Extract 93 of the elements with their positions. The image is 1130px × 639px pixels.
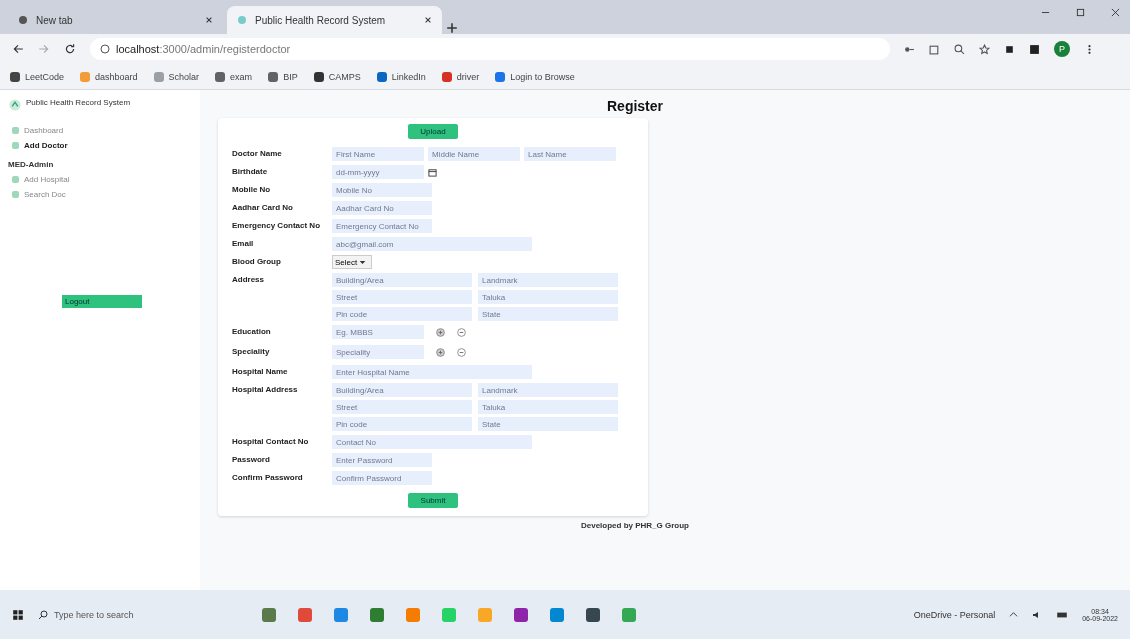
sidebar-item[interactable]: Add Hospital: [8, 175, 192, 184]
upload-button[interactable]: Upload: [408, 124, 458, 139]
taskbar-app-icon[interactable]: [586, 607, 600, 622]
input-field[interactable]: Aadhar Card No: [332, 201, 432, 215]
bookmark[interactable]: Scholar: [153, 71, 200, 82]
bookmark[interactable]: dashboard: [80, 71, 138, 82]
taskbar-app-icon[interactable]: [298, 607, 312, 622]
bookmark[interactable]: LinkedIn: [376, 71, 426, 82]
bookmark[interactable]: exam: [215, 71, 253, 82]
input-field[interactable]: Middle Name: [428, 147, 520, 161]
calendar-icon: [428, 167, 437, 177]
back-icon: [12, 43, 24, 55]
field-label: Hospital Name: [232, 366, 289, 376]
input-field[interactable]: State: [478, 417, 618, 431]
reload-icon: [64, 43, 76, 55]
browser-tab[interactable]: New tab: [8, 6, 223, 34]
windows-start-icon: [12, 608, 24, 621]
input-field[interactable]: Confirm Password: [332, 471, 432, 485]
logout-button[interactable]: Logout: [62, 295, 142, 308]
input-field[interactable]: abc@gmail.com: [332, 237, 532, 251]
input-field[interactable]: Landmark: [478, 383, 618, 397]
close-icon: [1111, 8, 1120, 17]
input-field[interactable]: Emergency Contact No: [332, 219, 432, 233]
input-field[interactable]: Landmark: [478, 273, 618, 287]
input-field[interactable]: Building/Area: [332, 383, 472, 397]
submit-button[interactable]: Submit: [408, 493, 458, 508]
bookmark[interactable]: driver: [441, 71, 480, 82]
input-field[interactable]: State: [478, 307, 618, 321]
sidebar-item[interactable]: Dashboard: [8, 126, 192, 135]
sidebar-item[interactable]: Add Doctor: [8, 141, 192, 150]
remove-circle-icon[interactable]: [457, 347, 466, 357]
logo-icon: [8, 98, 22, 112]
footer-text: Developed by PHR_G Group: [580, 521, 690, 530]
address-bar[interactable]: localhost:3000/admin/registerdoctor: [90, 38, 890, 60]
input-field[interactable]: Last Name: [524, 147, 616, 161]
field-label: Hospital Contact No: [232, 436, 310, 446]
field-label: Aadhar Card No: [232, 202, 294, 212]
field-label: Address: [232, 274, 265, 284]
taskbar-app-icon[interactable]: [370, 607, 384, 622]
add-circle-icon[interactable]: [436, 347, 445, 357]
app-title: Public Health Record System: [26, 98, 131, 107]
field-label: Password: [232, 454, 271, 464]
blood-group-select[interactable]: Select: [332, 255, 372, 269]
input-field[interactable]: Taluka: [478, 400, 618, 414]
caret-icon: [359, 258, 367, 266]
input-field[interactable]: Eg. MBBS: [332, 325, 424, 339]
input-field[interactable]: Building/Area: [332, 273, 472, 287]
forward-icon: [38, 43, 50, 55]
onedrive-status[interactable]: OneDrive - Personal: [913, 609, 996, 620]
bookmark[interactable]: LeetCode: [10, 71, 65, 82]
bookmark[interactable]: BIP: [268, 71, 298, 82]
page-title: Register: [607, 98, 663, 114]
field-label: Mobile No: [232, 184, 272, 194]
profile-avatar[interactable]: P: [1054, 41, 1070, 57]
field-label: Blood Group: [232, 256, 282, 266]
input-field[interactable]: dd-mm-yyyy: [332, 165, 424, 179]
new-tab-icon: [446, 22, 458, 34]
taskbar-app-icon[interactable]: [514, 607, 528, 622]
field-label: Emergency Contact No: [232, 220, 322, 230]
taskbar-app-icon[interactable]: [262, 607, 276, 622]
star-icon: [979, 43, 990, 55]
field-label: Speciality: [232, 346, 271, 356]
search-icon: [38, 609, 48, 620]
input-field[interactable]: Street: [332, 400, 472, 414]
close-icon: [205, 16, 213, 24]
close-icon: [424, 16, 432, 24]
input-field[interactable]: Pin code: [332, 307, 472, 321]
input-field[interactable]: Contact No: [332, 435, 532, 449]
field-label: Doctor Name: [232, 148, 283, 158]
input-field[interactable]: Taluka: [478, 290, 618, 304]
input-field[interactable]: First Name: [332, 147, 424, 161]
field-label: Email: [232, 238, 255, 248]
field-label: Hospital Address: [232, 384, 299, 394]
field-label: Birthdate: [232, 166, 269, 176]
taskbar-search[interactable]: Type here to search: [38, 609, 208, 620]
field-label: Confirm Password: [232, 472, 304, 482]
input-field[interactable]: Enter Password: [332, 453, 432, 467]
bookmark[interactable]: Login to Browse: [495, 71, 575, 82]
input-field[interactable]: Street: [332, 290, 472, 304]
zoom-icon: [954, 43, 965, 55]
sidebar-heading: MED-Admin: [8, 160, 55, 169]
field-label: Education: [232, 326, 272, 336]
input-field[interactable]: Mobile No: [332, 183, 432, 197]
input-field[interactable]: Pin code: [332, 417, 472, 431]
bookmark[interactable]: CAMPS: [313, 71, 361, 82]
browser-tab[interactable]: Public Health Record System: [227, 6, 442, 34]
input-field[interactable]: Speciality: [332, 345, 424, 359]
sidebar-item[interactable]: Search Doc: [8, 190, 192, 199]
input-field[interactable]: Enter Hospital Name: [332, 365, 532, 379]
add-circle-icon[interactable]: [436, 327, 445, 337]
restore-icon: [1076, 8, 1085, 17]
chevron-up-icon: [1009, 610, 1019, 619]
remove-circle-icon[interactable]: [457, 327, 466, 337]
